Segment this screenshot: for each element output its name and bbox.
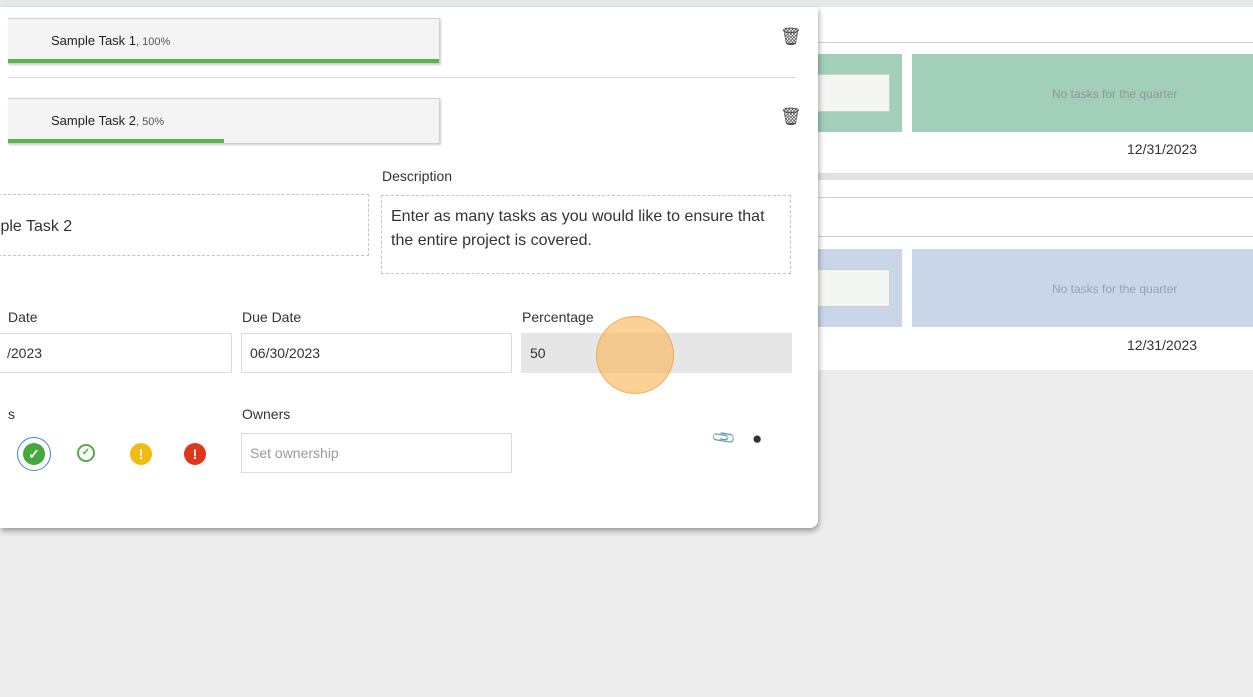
task-edit-dialog: Sample Task 1, 100% 🗑 Sample Task 2, 50%… — [0, 7, 818, 528]
description-value: Enter as many tasks as you would like to… — [391, 208, 765, 249]
percentage-input[interactable]: 50 — [521, 333, 792, 373]
due-date-label: Due Date — [242, 309, 302, 325]
quarter-end-date: 12/31/2023 — [1127, 337, 1198, 353]
description-field[interactable]: Enter as many tasks as you would like to… — [381, 195, 791, 274]
task-name-field[interactable]: ıple Task 2 — [0, 194, 369, 256]
due-date-input[interactable]: 06/30/2023 — [241, 333, 512, 373]
quarter-end-date: 12/31/2023 — [1127, 141, 1198, 157]
owners-input[interactable]: Set ownership — [241, 433, 512, 473]
trash-icon[interactable]: 🗑 — [780, 108, 802, 126]
quarter-cell-empty[interactable]: No tasks for the quarter — [912, 249, 1253, 327]
board-divider — [818, 236, 1253, 237]
task-bar-1[interactable]: Sample Task 1, 100% — [8, 18, 440, 64]
task-progress-bar — [8, 59, 439, 63]
status-warning-icon[interactable]: ! — [130, 443, 152, 465]
task-name: Sample Task 2, 50% — [51, 113, 165, 128]
trash-icon[interactable]: 🗑 — [780, 28, 802, 46]
start-date-input[interactable]: /2023 — [0, 333, 232, 373]
task-divider — [8, 77, 796, 78]
comment-icon[interactable]: ● — [752, 429, 762, 449]
status-label: s — [8, 406, 15, 422]
task-card[interactable] — [818, 74, 890, 112]
paperclip-icon[interactable]: 📎 — [710, 424, 738, 452]
status-complete-icon[interactable]: ✓ — [23, 443, 45, 465]
description-label: Description — [382, 168, 453, 184]
status-critical-icon[interactable]: ! — [184, 443, 206, 465]
status-on-track-icon[interactable]: ✓ — [77, 444, 95, 462]
task-name-value: ıple Task 2 — [0, 218, 73, 235]
top-strip — [0, 0, 1253, 7]
start-date-label: Date — [8, 309, 38, 325]
owners-label: Owners — [242, 406, 291, 422]
board-separator — [818, 173, 1253, 180]
task-bar-2[interactable]: Sample Task 2, 50% — [8, 98, 440, 144]
task-card[interactable] — [818, 269, 890, 307]
quarter-cell[interactable] — [818, 54, 902, 132]
board-divider — [818, 197, 1253, 198]
quarter-board: No tasks for the quarter 12/31/2023 No t… — [818, 7, 1253, 370]
quarter-cell[interactable] — [818, 249, 902, 327]
percentage-label: Percentage — [522, 309, 594, 325]
quarter-cell-empty[interactable]: No tasks for the quarter — [912, 54, 1253, 132]
task-progress-bar — [8, 139, 224, 143]
board-divider — [818, 42, 1253, 43]
task-name: Sample Task 1, 100% — [51, 33, 171, 48]
empty-quarter-text: No tasks for the quarter — [1052, 282, 1178, 296]
empty-quarter-text: No tasks for the quarter — [1052, 87, 1178, 101]
